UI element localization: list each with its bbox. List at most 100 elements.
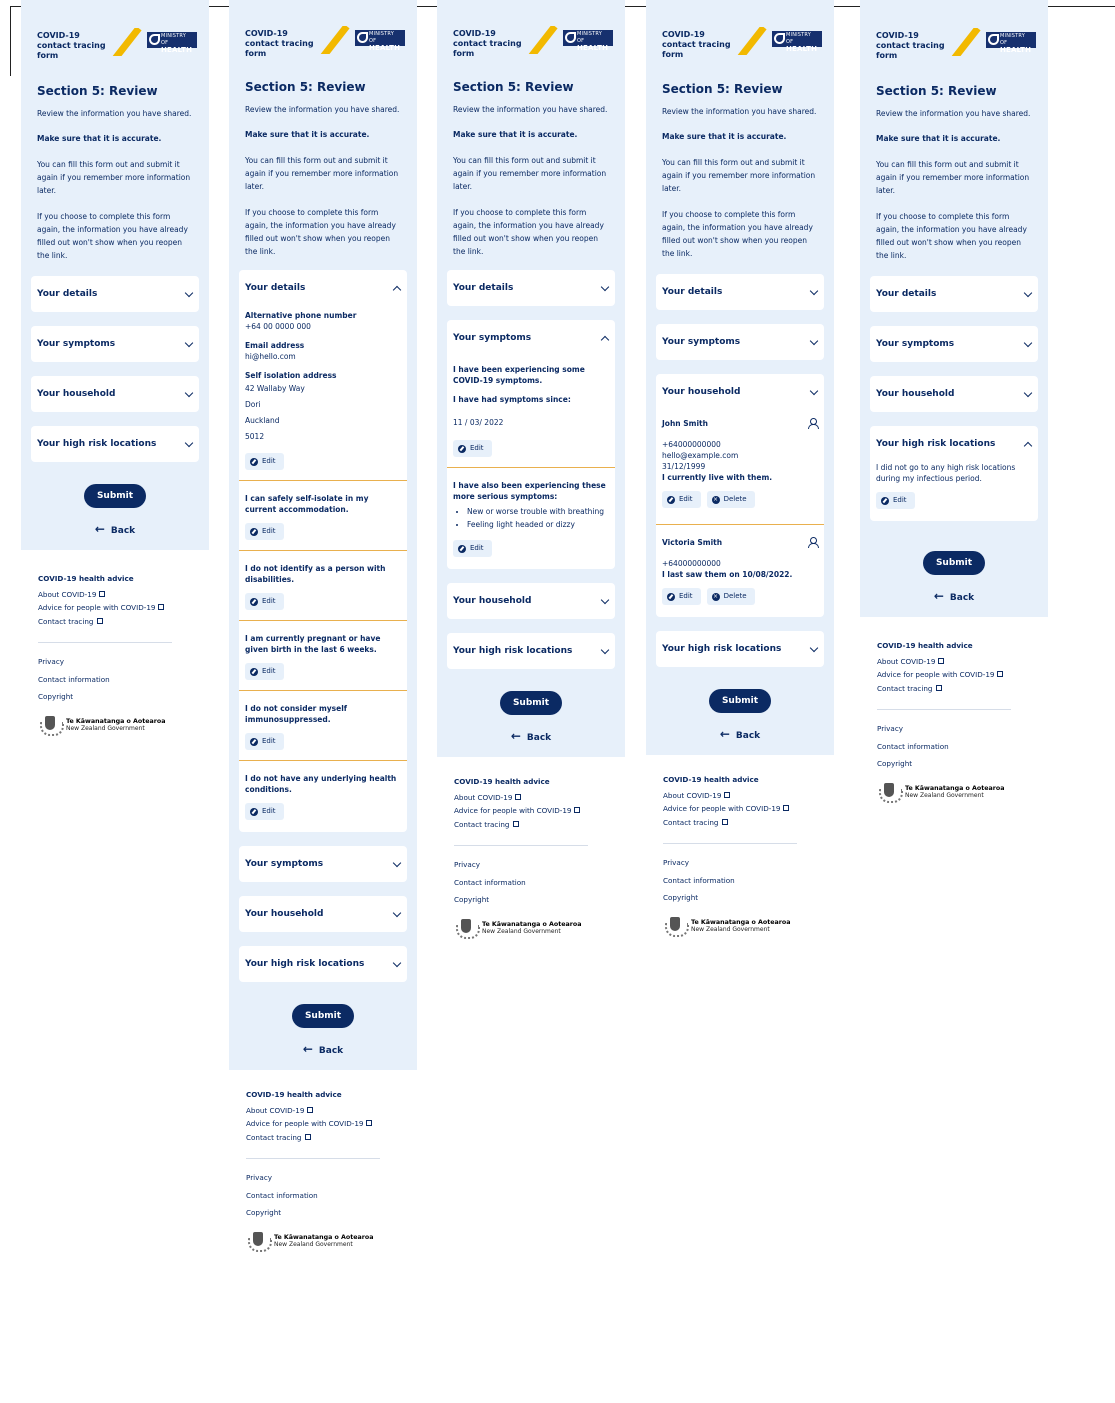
accordion-header[interactable]: Your household bbox=[656, 374, 824, 410]
submit-button[interactable]: Submit bbox=[292, 1004, 354, 1028]
intro-reopen: If you choose to complete this form agai… bbox=[662, 210, 813, 258]
submit-button[interactable]: Submit bbox=[500, 691, 562, 715]
footer-link-privacy[interactable]: Privacy bbox=[454, 858, 608, 872]
edit-button[interactable]: Edit bbox=[245, 453, 284, 470]
member-email: hello@example.com bbox=[662, 451, 739, 460]
accordion-header[interactable]: Your high risk locations bbox=[870, 426, 1038, 462]
footer-link-advice[interactable]: Advice for people with COVID-19 bbox=[877, 668, 1031, 682]
accordion-your-symptoms[interactable]: Your symptoms bbox=[31, 326, 199, 362]
footer-link-advice[interactable]: Advice for people with COVID-19 bbox=[246, 1117, 400, 1131]
edit-button[interactable]: Edit bbox=[245, 663, 284, 680]
back-link[interactable]: ← Back bbox=[437, 729, 625, 743]
accordion-high-risk-locations[interactable]: Your high risk locations bbox=[31, 426, 199, 462]
footer-link-contact-tracing[interactable]: Contact tracing bbox=[38, 615, 192, 629]
accordion-your-symptoms[interactable]: Your symptoms bbox=[239, 846, 407, 882]
edit-button[interactable]: Edit bbox=[245, 733, 284, 750]
intro-text: Review the information you have shared. … bbox=[21, 107, 209, 262]
submit-button[interactable]: Submit bbox=[84, 484, 146, 508]
footer-link-contact-information[interactable]: Contact information bbox=[246, 1189, 400, 1203]
review-panel: COVID-19 contact tracing form MINISTRY O… bbox=[437, 0, 625, 757]
accordion-high-risk-locations[interactable]: Your high risk locations bbox=[447, 633, 615, 669]
intro-review: Review the information you have shared. bbox=[876, 109, 1031, 118]
footer-link-contact-tracing[interactable]: Contact tracing bbox=[246, 1131, 400, 1145]
app-header: COVID-19 contact tracing form MINISTRY O… bbox=[21, 0, 209, 62]
footer-link-about[interactable]: About COVID-19 bbox=[877, 655, 1031, 669]
coat-of-arms-icon bbox=[454, 915, 480, 941]
accordion-your-details[interactable]: Your details bbox=[31, 276, 199, 312]
pencil-icon bbox=[250, 667, 258, 676]
intro-resubmit: You can fill this form out and submit it… bbox=[662, 158, 816, 193]
footer-link-copyright[interactable]: Copyright bbox=[454, 893, 608, 907]
submit-button[interactable]: Submit bbox=[709, 689, 771, 713]
accordion-label: Your high risk locations bbox=[37, 439, 157, 449]
accordion-your-symptoms[interactable]: Your symptoms bbox=[870, 326, 1038, 362]
footer-link-privacy[interactable]: Privacy bbox=[38, 655, 192, 669]
edit-button[interactable]: Edit bbox=[662, 491, 701, 508]
review-panel: COVID-19 contact tracing form MINISTRY O… bbox=[860, 0, 1048, 617]
divider bbox=[239, 550, 407, 551]
accordion-high-risk-locations[interactable]: Your high risk locations bbox=[239, 946, 407, 982]
back-link[interactable]: ← Back bbox=[21, 522, 209, 536]
footer-link-contact-information[interactable]: Contact information bbox=[663, 874, 817, 888]
delete-button[interactable]: × Delete bbox=[706, 588, 755, 605]
accordion-your-household[interactable]: Your household bbox=[870, 376, 1038, 412]
footer-link-advice[interactable]: Advice for people with COVID-19 bbox=[38, 601, 192, 615]
edit-button[interactable]: Edit bbox=[453, 540, 492, 557]
accordion-header[interactable]: Your details bbox=[239, 270, 407, 306]
footer-link-about[interactable]: About COVID-19 bbox=[454, 791, 608, 805]
footer-link-contact-information[interactable]: Contact information bbox=[877, 740, 1031, 754]
footer-link-contact-information[interactable]: Contact information bbox=[38, 673, 192, 687]
external-link-icon bbox=[366, 1120, 373, 1126]
accordion-your-household[interactable]: Your household bbox=[239, 896, 407, 932]
accordion-label: Your symptoms bbox=[37, 339, 116, 349]
footer-divider bbox=[246, 1158, 380, 1159]
footer-link-privacy[interactable]: Privacy bbox=[246, 1171, 400, 1185]
footer-link-contact-tracing[interactable]: Contact tracing bbox=[663, 816, 817, 830]
intro-text: Review the information you have shared. … bbox=[229, 103, 417, 258]
screen-all-collapsed: COVID-19 contact tracing form MINISTRY O… bbox=[21, 0, 209, 738]
footer-link-advice[interactable]: Advice for people with COVID-19 bbox=[454, 804, 608, 818]
back-link[interactable]: ← Back bbox=[860, 589, 1048, 603]
app-title: COVID-19 contact tracing form bbox=[37, 31, 106, 60]
footer-link-copyright[interactable]: Copyright bbox=[246, 1206, 400, 1220]
section-title: Section 5: Review bbox=[37, 84, 158, 98]
accordion-your-details[interactable]: Your details bbox=[656, 274, 824, 310]
accordion-high-risk-locations[interactable]: Your high risk locations bbox=[656, 631, 824, 667]
footer-link-copyright[interactable]: Copyright bbox=[877, 757, 1031, 771]
back-link[interactable]: ← Back bbox=[646, 727, 834, 741]
accordion-header[interactable]: Your symptoms bbox=[447, 320, 615, 356]
footer-link-copyright[interactable]: Copyright bbox=[38, 690, 192, 704]
footer-link-about[interactable]: About COVID-19 bbox=[246, 1104, 400, 1118]
edit-button[interactable]: Edit bbox=[662, 588, 701, 605]
accordion-label: Your details bbox=[245, 283, 306, 293]
delete-button[interactable]: × Delete bbox=[706, 491, 755, 508]
edit-button[interactable]: Edit bbox=[876, 492, 915, 509]
footer-link-contact-tracing[interactable]: Contact tracing bbox=[877, 682, 1031, 696]
accordion-your-details[interactable]: Your details bbox=[447, 270, 615, 306]
footer-link-privacy[interactable]: Privacy bbox=[663, 856, 817, 870]
footer-divider bbox=[663, 843, 797, 844]
footer-link-privacy[interactable]: Privacy bbox=[877, 722, 1031, 736]
edit-button[interactable]: Edit bbox=[453, 440, 492, 457]
accordion-your-household[interactable]: Your household bbox=[31, 376, 199, 412]
pencil-icon bbox=[881, 496, 889, 505]
accordion-your-symptoms[interactable]: Your symptoms bbox=[656, 324, 824, 360]
footer-link-about[interactable]: About COVID-19 bbox=[38, 588, 192, 602]
accordion-your-household[interactable]: Your household bbox=[447, 583, 615, 619]
edit-button[interactable]: Edit bbox=[245, 803, 284, 820]
back-link[interactable]: ← Back bbox=[229, 1042, 417, 1056]
chevron-down-icon bbox=[601, 284, 609, 292]
edit-button[interactable]: Edit bbox=[245, 593, 284, 610]
member-phone: +64000000000 bbox=[662, 559, 721, 568]
accordion-your-details[interactable]: Your details bbox=[870, 276, 1038, 312]
footer-link-contact-information[interactable]: Contact information bbox=[454, 876, 608, 890]
footer-link-about[interactable]: About COVID-19 bbox=[663, 789, 817, 803]
edit-button[interactable]: Edit bbox=[245, 523, 284, 540]
footer-link-copyright[interactable]: Copyright bbox=[663, 891, 817, 905]
arrow-left-icon: ← bbox=[302, 1042, 313, 1056]
footer-link-contact-tracing[interactable]: Contact tracing bbox=[454, 818, 608, 832]
footer-link-advice[interactable]: Advice for people with COVID-19 bbox=[663, 802, 817, 816]
external-link-icon bbox=[574, 807, 581, 813]
submit-button[interactable]: Submit bbox=[923, 551, 985, 575]
accordion-label: Your symptoms bbox=[876, 339, 955, 349]
